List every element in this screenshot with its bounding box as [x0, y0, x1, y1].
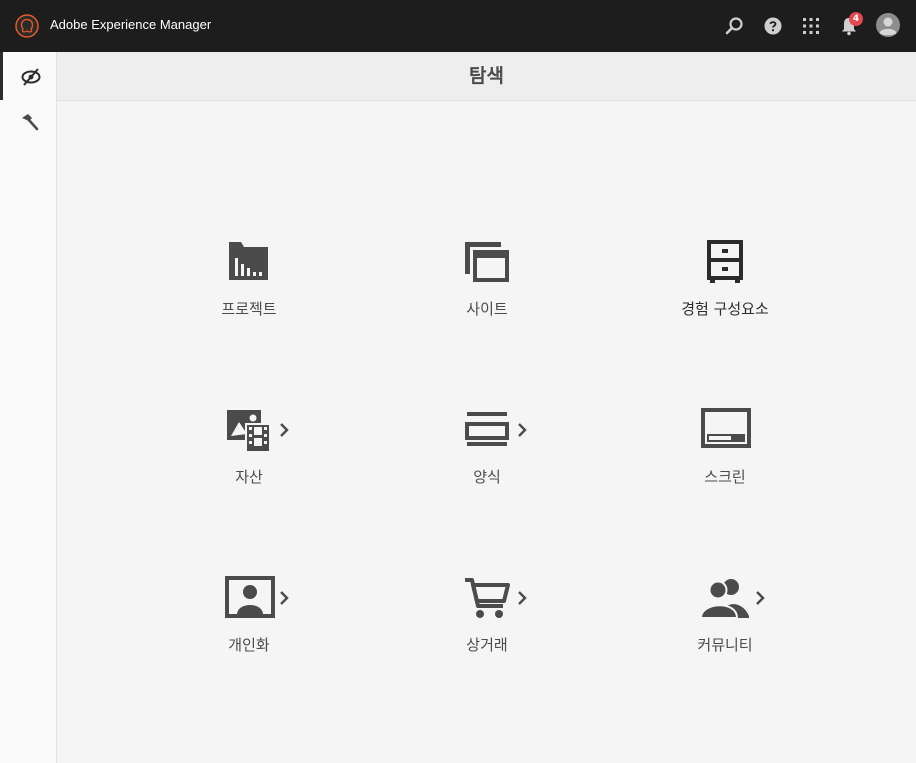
page-title-bar: 탐색	[57, 52, 916, 101]
tile-label: 스크린	[704, 468, 746, 486]
left-rail	[0, 52, 57, 763]
apps-grid-icon[interactable]	[799, 14, 823, 38]
tile-label: 양식	[473, 468, 501, 486]
projects-folder-icon	[229, 242, 268, 280]
chevron-right-icon	[280, 591, 289, 605]
user-avatar[interactable]	[876, 13, 900, 37]
chevron-right-icon	[756, 591, 765, 605]
rail-item-navigation[interactable]	[0, 52, 56, 100]
tile-communities[interactable]: 커뮤니티	[625, 576, 825, 676]
page-title: 탐색	[469, 65, 504, 87]
app-title[interactable]: Adobe Experience Manager	[50, 17, 211, 32]
tile-icon-wrap	[625, 408, 825, 458]
tile-icon-wrap	[625, 240, 825, 290]
tile-icon-wrap	[625, 576, 825, 626]
rail-item-tools[interactable]	[0, 100, 56, 148]
forms-icon	[465, 412, 509, 446]
screens-icon	[701, 408, 751, 448]
assets-icon	[227, 410, 271, 452]
tile-icon-wrap	[387, 408, 587, 458]
tile-assets[interactable]: 자산	[149, 408, 349, 508]
search-icon[interactable]	[722, 14, 746, 38]
sites-icon	[465, 242, 509, 282]
aem-logo-icon[interactable]	[15, 14, 39, 38]
tile-icon-wrap	[387, 240, 587, 290]
tile-label: 프로젝트	[221, 300, 277, 318]
help-icon[interactable]	[761, 14, 785, 38]
chevron-right-icon	[280, 423, 289, 437]
tile-sites[interactable]: 사이트	[387, 240, 587, 340]
tile-screens[interactable]: 스크린	[625, 408, 825, 508]
personalization-icon	[225, 576, 275, 618]
tile-forms[interactable]: 양식	[387, 408, 587, 508]
experience-fragments-icon	[707, 240, 743, 283]
tile-projects[interactable]: 프로젝트	[149, 240, 349, 340]
tile-label: 경험 구성요소	[681, 300, 769, 318]
notification-badge: 4	[849, 12, 863, 26]
commerce-cart-icon	[465, 578, 510, 618]
tile-icon-wrap	[149, 408, 349, 458]
tile-label: 커뮤니티	[697, 636, 753, 654]
tile-personalization[interactable]: 개인화	[149, 576, 349, 676]
tile-label: 사이트	[466, 300, 508, 318]
tile-commerce[interactable]: 상거래	[387, 576, 587, 676]
tile-experience-fragments[interactable]: 경험 구성요소	[625, 240, 825, 340]
tile-label: 개인화	[228, 636, 270, 654]
tile-icon-wrap	[149, 240, 349, 290]
chevron-right-icon	[518, 423, 527, 437]
tile-label: 자산	[235, 468, 263, 486]
tools-hammer-icon	[22, 114, 39, 131]
chevron-right-icon	[518, 591, 527, 605]
tile-icon-wrap	[387, 576, 587, 626]
navigation-icon	[21, 68, 41, 86]
communities-icon	[699, 579, 749, 619]
tile-icon-wrap	[149, 576, 349, 626]
top-bar: Adobe Experience Manager 4	[0, 0, 916, 52]
tile-label: 상거래	[466, 636, 508, 654]
